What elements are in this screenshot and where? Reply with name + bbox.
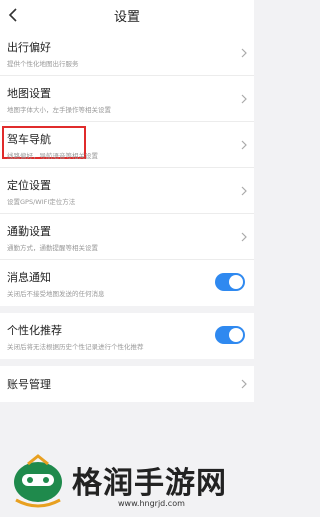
settings-group-main: 出行偏好 提供个性化地图出行服务 地图设置 地图字体大小，左手操作等相关设置 驾…	[0, 30, 254, 306]
row-title: 出行偏好	[7, 41, 51, 54]
watermark-url: www.hngrjd.com	[118, 499, 185, 508]
row-subtitle: 地图字体大小，左手操作等相关设置	[7, 106, 111, 114]
recommendation-toggle[interactable]	[215, 326, 245, 344]
watermark-logo-icon	[14, 454, 62, 508]
notification-toggle[interactable]	[215, 273, 245, 291]
row-subtitle: 关闭后将无法根据历史个性记录进行个性化推荐	[7, 343, 144, 351]
row-map-settings[interactable]: 地图设置 地图字体大小，左手操作等相关设置	[0, 76, 254, 122]
chevron-right-icon	[241, 140, 247, 150]
row-subtitle: 关闭后不接受地图发送的任何消息	[7, 290, 105, 298]
watermark: 格润手游网 www.hngrjd.com	[0, 432, 254, 517]
section-gap	[0, 306, 254, 313]
row-commute-settings[interactable]: 通勤设置 通勤方式，通勤提醒等相关设置	[0, 214, 254, 260]
row-title: 消息通知	[7, 271, 51, 284]
row-title: 账号管理	[7, 378, 51, 391]
toggle-knob	[229, 328, 243, 342]
settings-screen: 设置 出行偏好 提供个性化地图出行服务 地图设置 地图字体大小，左手操作等相关设…	[0, 0, 254, 517]
row-personalized-recommendation: 个性化推荐 关闭后将无法根据历史个性记录进行个性化推荐	[0, 313, 254, 359]
row-title: 通勤设置	[7, 225, 51, 238]
section-gap	[0, 359, 254, 366]
chevron-right-icon	[241, 379, 247, 389]
row-subtitle: 通勤方式，通勤提醒等相关设置	[7, 244, 98, 252]
settings-group-account: 账号管理	[0, 366, 254, 402]
row-driving-navigation[interactable]: 驾车导航 线路偏好，导航语音等相关设置	[0, 122, 254, 168]
page-title: 设置	[113, 10, 140, 25]
row-location-settings[interactable]: 定位设置 设置GPS/WIFI定位方法	[0, 168, 254, 214]
row-subtitle: 提供个性化地图出行服务	[7, 60, 79, 68]
chevron-right-icon	[241, 232, 247, 242]
row-message-notification: 消息通知 关闭后不接受地图发送的任何消息	[0, 260, 254, 306]
row-subtitle: 设置GPS/WIFI定位方法	[7, 198, 76, 206]
watermark-text: 格润手游网	[72, 466, 227, 501]
header: 设置	[0, 0, 254, 30]
chevron-right-icon	[241, 94, 247, 104]
row-title: 驾车导航	[7, 133, 51, 146]
row-account-management[interactable]: 账号管理	[0, 366, 254, 402]
row-subtitle: 线路偏好，导航语音等相关设置	[7, 152, 98, 160]
settings-group-recommend: 个性化推荐 关闭后将无法根据历史个性记录进行个性化推荐	[0, 313, 254, 359]
row-travel-preference[interactable]: 出行偏好 提供个性化地图出行服务	[0, 30, 254, 76]
toggle-knob	[229, 275, 243, 289]
row-title: 地图设置	[7, 87, 51, 100]
chevron-right-icon	[241, 48, 247, 58]
chevron-right-icon	[241, 186, 247, 196]
row-title: 定位设置	[7, 179, 51, 192]
row-title: 个性化推荐	[7, 324, 62, 337]
